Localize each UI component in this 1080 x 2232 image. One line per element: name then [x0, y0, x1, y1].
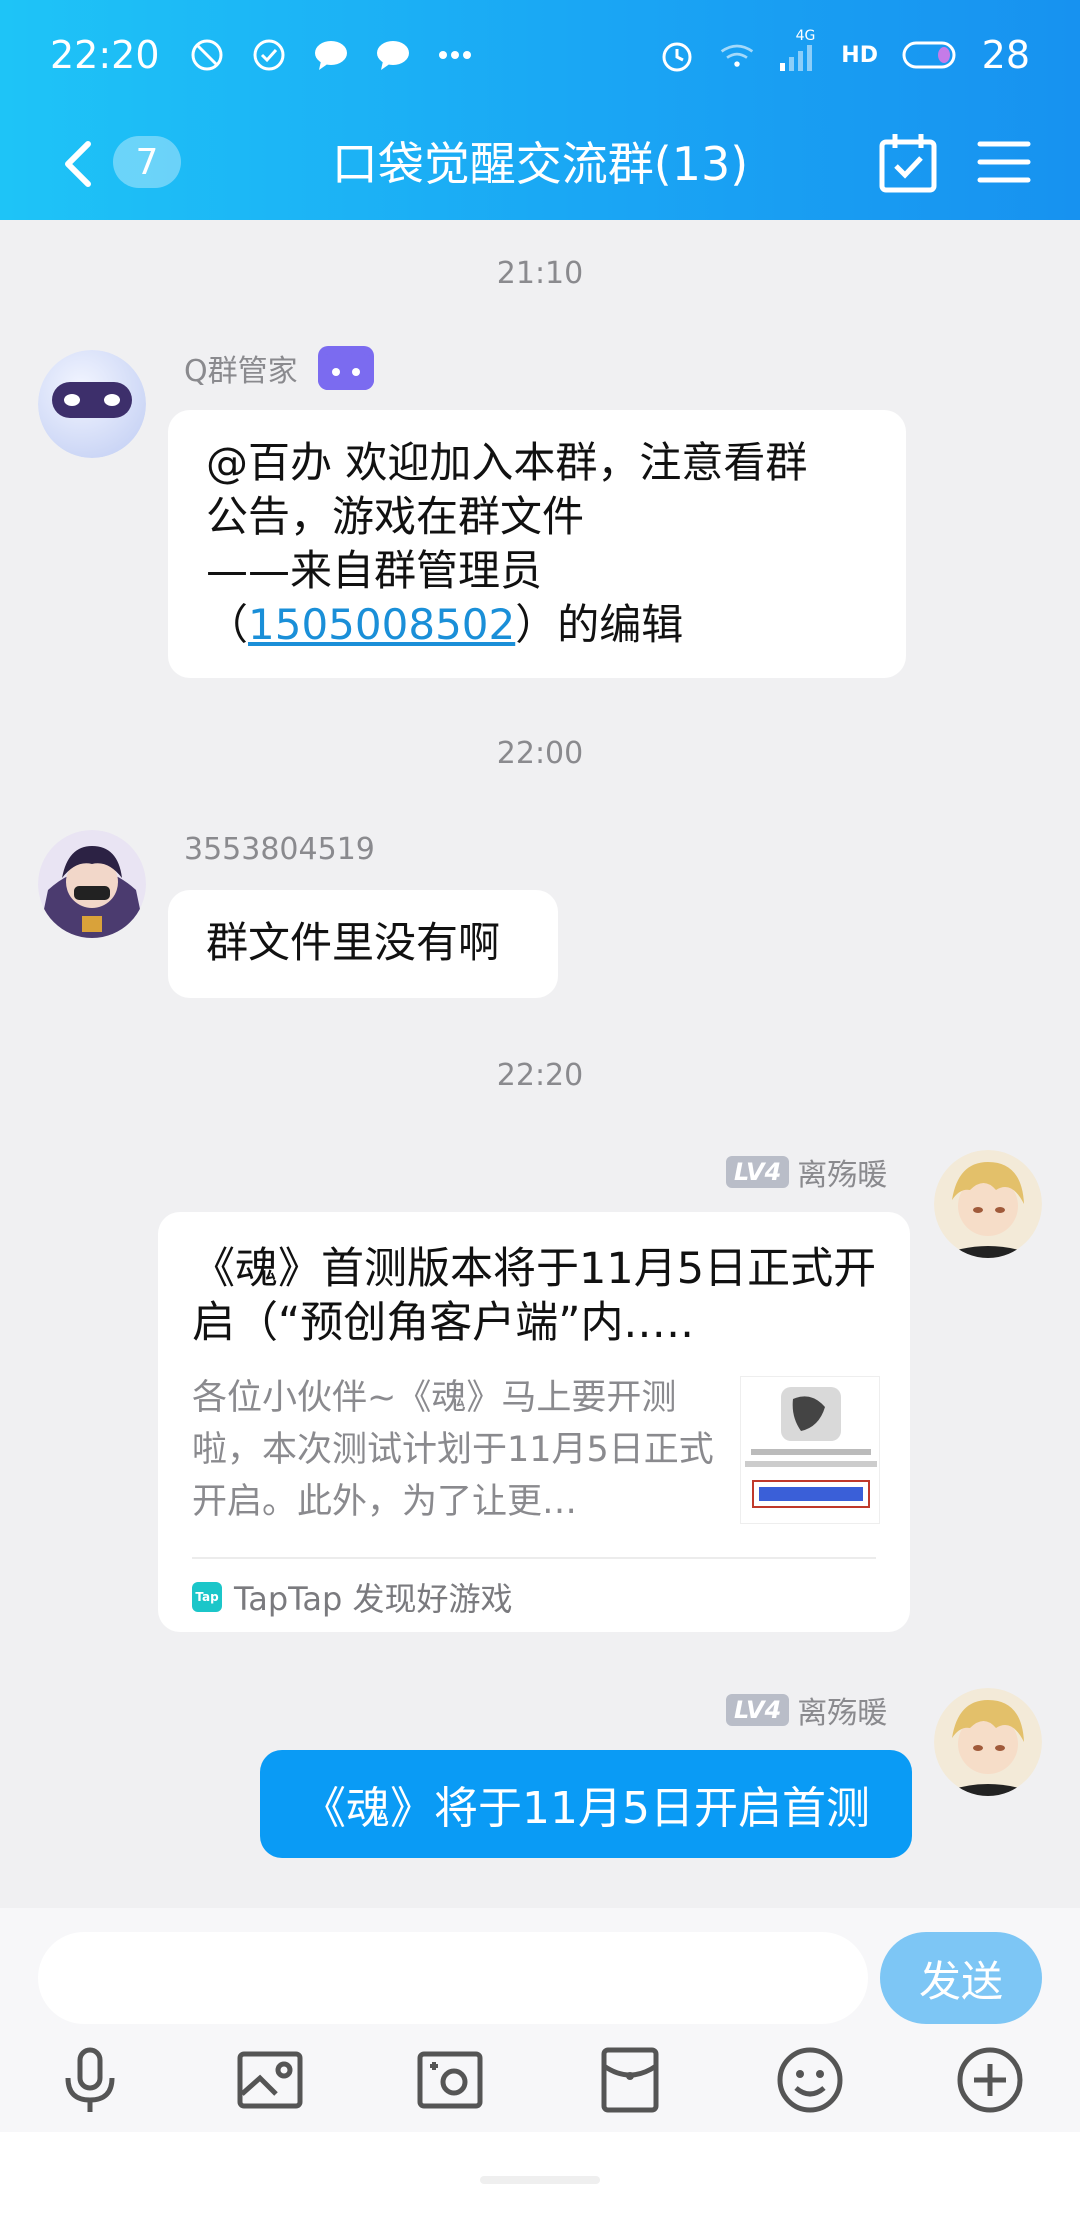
- do-not-disturb-icon: [188, 36, 226, 74]
- sender-name-row: Q群管家: [184, 346, 374, 390]
- red-packet-icon: [601, 2047, 659, 2113]
- battery-icon: [902, 36, 960, 74]
- message-line: （1505008502）的编辑: [206, 598, 868, 652]
- message-line: ——来自群管理员: [206, 546, 543, 595]
- more-button[interactable]: [954, 2044, 1026, 2116]
- card-source: Tap TapTap 发现好游戏: [192, 1574, 513, 1620]
- smiley-icon: [777, 2047, 843, 2113]
- bot-avatar[interactable]: [38, 350, 146, 458]
- game-thumbnail-icon: [745, 1387, 877, 1508]
- my-avatar[interactable]: [934, 1150, 1042, 1258]
- message-text: 群文件里没有啊: [206, 918, 501, 967]
- status-icons-left: [188, 36, 474, 74]
- photo-button[interactable]: [234, 2044, 306, 2116]
- level-badge: LV4: [726, 1156, 790, 1188]
- red-packet-button[interactable]: [594, 2044, 666, 2116]
- message-bubble[interactable]: @百办 欢迎加入本群，注意看群 公告，游戏在群文件 ——来自群管理员 （1505…: [168, 410, 906, 678]
- card-source-text: TapTap 发现好游戏: [234, 1580, 513, 1618]
- sender-name: 离殇暖: [797, 1696, 888, 1731]
- taptap-logo-icon: Tap: [192, 1582, 222, 1612]
- calendar-check-icon: [879, 134, 937, 193]
- camera-button[interactable]: [414, 2044, 486, 2116]
- nav-bar: 7 口袋觉醒交流群(13): [0, 110, 1080, 220]
- message-line: 公告，游戏在群文件: [206, 492, 585, 541]
- message-tail: ）的编辑: [515, 600, 684, 649]
- card-title: 《魂》首测版本将于11月5日正式开启（“预创角客户端”内.….: [192, 1244, 877, 1348]
- image-icon: [237, 2051, 303, 2109]
- alarm-icon: [658, 36, 696, 74]
- hamburger-menu-icon: [977, 141, 1031, 183]
- home-indicator[interactable]: [480, 2176, 600, 2184]
- blond-avatar-icon: [934, 1150, 1042, 1258]
- card-description: 各位小伙伴~《魂》马上要开测啦，本次测试计划于11月5日正式开启。此外，为了让更…: [192, 1378, 714, 1522]
- my-avatar[interactable]: [934, 1688, 1042, 1796]
- home-indicator-area: [0, 2132, 1080, 2232]
- blond-avatar-icon: [934, 1688, 1042, 1796]
- chat-bubble-icon: [312, 36, 350, 74]
- signal-icon: 4G: [778, 28, 818, 74]
- my-message-bubble[interactable]: 《魂》将于11月5日开启首测: [260, 1750, 912, 1858]
- check-circle-icon: [250, 36, 288, 74]
- hd-voice-icon: HD: [840, 36, 880, 74]
- share-card[interactable]: 《魂》首测版本将于11月5日正式开启（“预创角客户端”内.…. 各位小伙伴~《魂…: [158, 1212, 910, 1632]
- qq-number-link[interactable]: 1505008502: [248, 600, 515, 649]
- robot-icon: [38, 350, 146, 458]
- calendar-button[interactable]: [878, 130, 938, 196]
- anime-avatar-icon: [38, 830, 146, 938]
- chat-bubble-icon: [374, 36, 412, 74]
- sender-name: Q群管家: [184, 354, 298, 389]
- user-avatar[interactable]: [38, 830, 146, 938]
- microphone-icon: [65, 2047, 115, 2112]
- plus-circle-icon: [957, 2047, 1023, 2113]
- hd-label: HD: [841, 42, 878, 68]
- timestamp: 22:00: [496, 736, 584, 771]
- message-line: @百办 欢迎加入本群，注意看群: [206, 438, 808, 487]
- timestamp: 21:10: [496, 256, 584, 291]
- menu-button[interactable]: [976, 132, 1032, 192]
- message-bubble[interactable]: 群文件里没有啊: [168, 890, 558, 998]
- wifi-icon: [718, 36, 756, 74]
- level-badge: LV4: [726, 1694, 790, 1726]
- status-time: 22:20: [50, 33, 160, 77]
- more-notifications-icon: [436, 36, 474, 74]
- input-area: 发送: [0, 1908, 1080, 2132]
- message-input[interactable]: [38, 1932, 868, 2024]
- input-toolbar: [0, 2044, 1080, 2124]
- my-name-row: LV4 离殇暖: [726, 1688, 887, 1732]
- card-thumbnail: [740, 1376, 880, 1524]
- header: 22:20 4G HD 28 7 口袋觉醒交流群(13): [0, 0, 1080, 220]
- voice-button[interactable]: [54, 2044, 126, 2116]
- message-text: 《魂》将于11月5日开启首测: [302, 1783, 870, 1834]
- network-type: 4G: [795, 28, 816, 44]
- timestamp: 22:20: [496, 1058, 584, 1093]
- battery-level: 28: [981, 33, 1030, 77]
- sender-name: 离殇暖: [797, 1158, 888, 1193]
- sender-name: 3553804519: [184, 832, 375, 867]
- status-icons-right: 4G HD 28: [658, 28, 1030, 77]
- bot-badge-icon: [317, 346, 374, 390]
- status-bar: 22:20 4G HD 28: [0, 0, 1080, 110]
- paren-open: （: [206, 600, 249, 649]
- camera-icon: [417, 2051, 483, 2109]
- card-divider: [192, 1557, 876, 1559]
- my-name-row: LV4 离殇暖: [726, 1150, 887, 1194]
- send-button[interactable]: 发送: [880, 1932, 1042, 2024]
- emoji-button[interactable]: [774, 2044, 846, 2116]
